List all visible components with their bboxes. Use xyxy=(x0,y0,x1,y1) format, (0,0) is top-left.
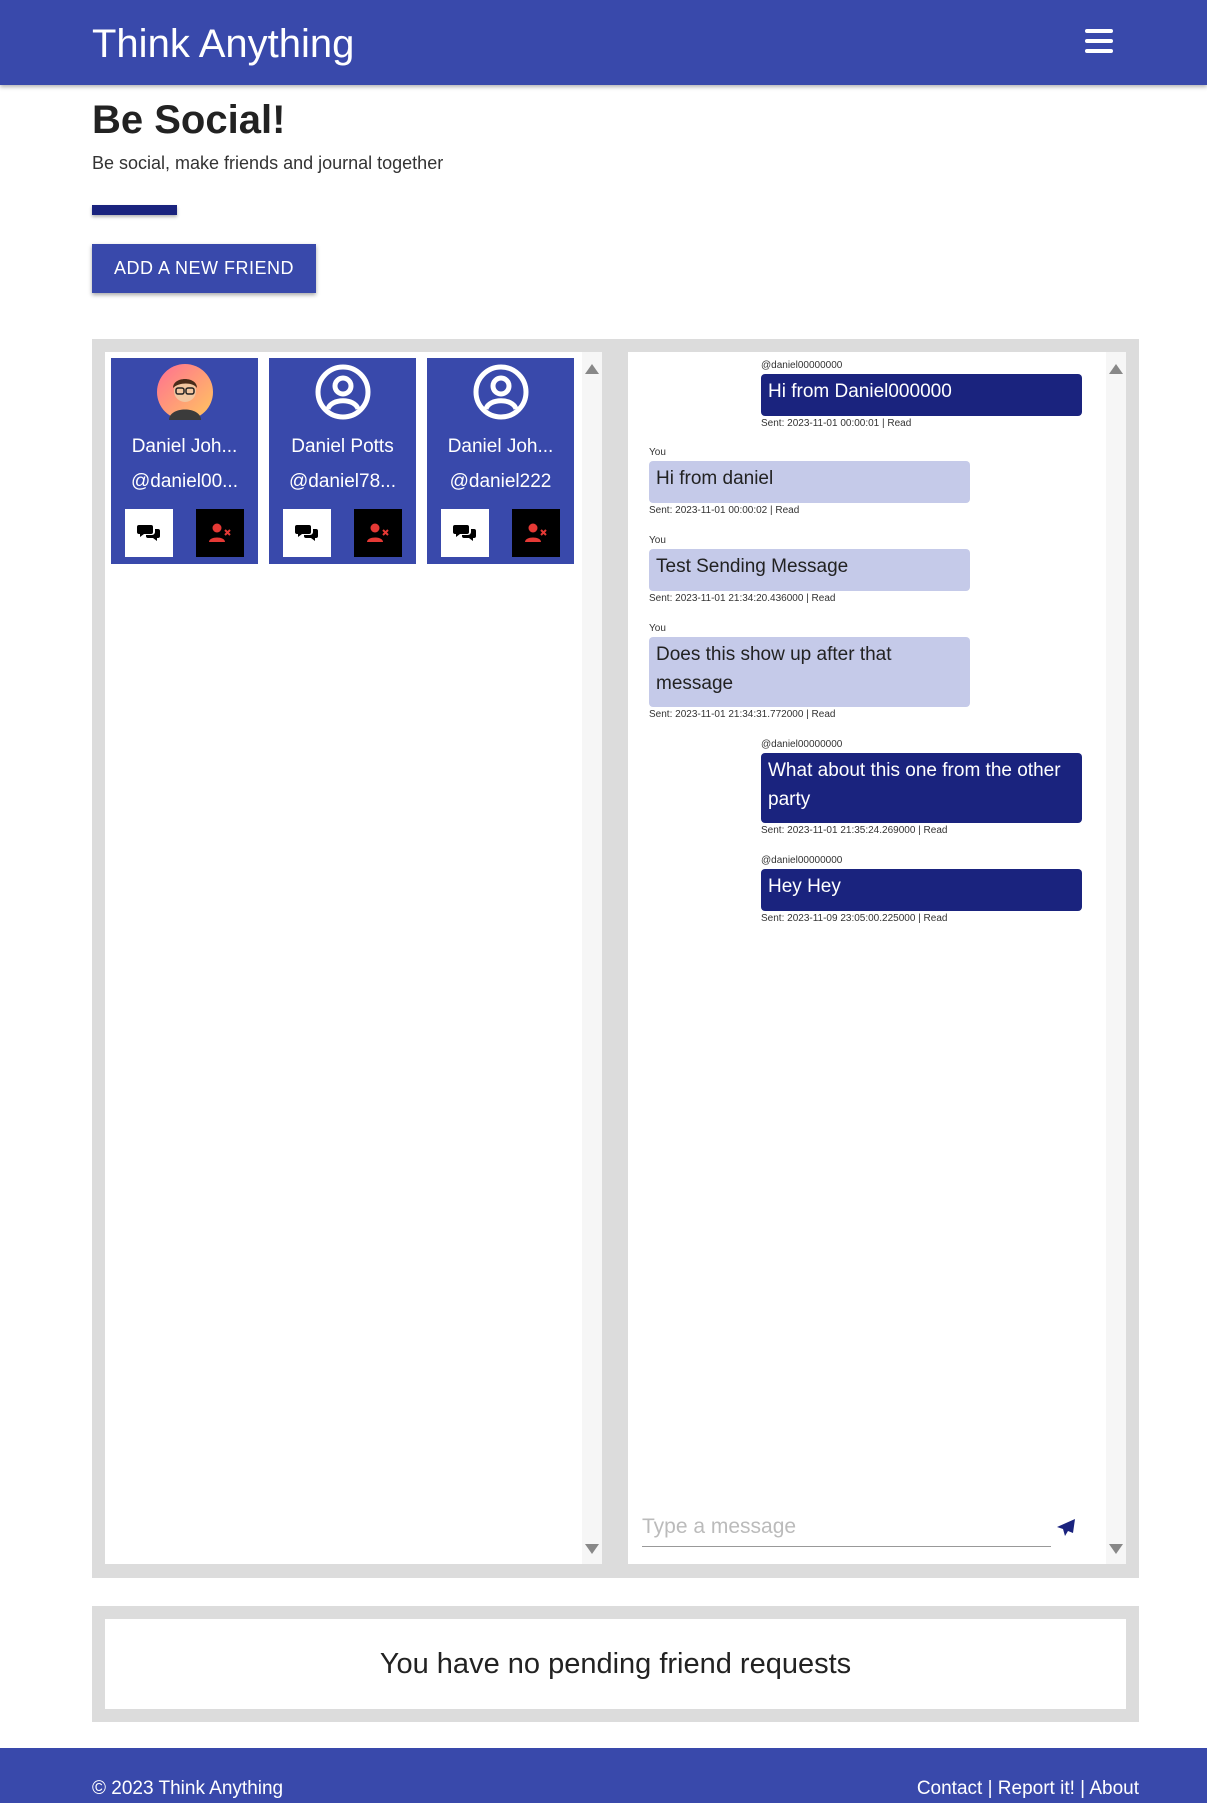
remove-user-icon xyxy=(367,523,389,542)
default-user-icon xyxy=(473,364,529,420)
message-status: Sent: 2023-11-09 23:05:00.225000 | Read xyxy=(761,913,948,924)
message-bubble-sent: Does this show up after that message xyxy=(649,637,970,707)
message-status: Sent: 2023-11-01 00:00:02 | Read xyxy=(649,505,800,516)
page-title-prefix: Be xyxy=(92,98,155,142)
page-subtitle: Be social, make friends and journal toge… xyxy=(92,153,444,173)
footer-separator: | xyxy=(1074,1778,1090,1799)
message-status: Sent: 2023-11-01 21:34:20.436000 | Read xyxy=(649,593,836,604)
chat-bubbles-icon xyxy=(137,525,160,541)
scroll-down-arrow-icon[interactable] xyxy=(1109,1544,1123,1554)
friend-handle: @daniel222 xyxy=(449,471,552,492)
pending-requests-panel: You have no pending friend requests xyxy=(92,1606,1139,1722)
message-sender: You xyxy=(649,623,666,634)
remove-user-icon xyxy=(525,523,547,542)
pending-requests-message: You have no pending friend requests xyxy=(379,1647,852,1680)
message-sender: You xyxy=(649,447,666,458)
remove-friend-button[interactable] xyxy=(196,509,244,557)
page-title-bold: Social xyxy=(154,98,273,142)
remove-friend-button[interactable] xyxy=(512,509,560,557)
add-new-friend-button[interactable]: ADD A NEW FRIEND xyxy=(92,244,316,293)
friend-name: Daniel Joh... xyxy=(447,436,554,457)
message-input[interactable] xyxy=(642,1507,1051,1547)
social-panel: Daniel Joh... @daniel00... Daniel Potts … xyxy=(92,339,1139,1578)
message-bubble-sent: Hi from daniel xyxy=(649,461,970,503)
footer-link-report[interactable]: Report it! xyxy=(998,1778,1075,1799)
chat-pane[interactable]: @daniel00000000 Hi from Daniel000000 Sen… xyxy=(628,352,1126,1564)
copyright-text: © 2023 Think Anything xyxy=(92,1778,284,1799)
message-sender: @daniel00000000 xyxy=(761,360,843,371)
message-status: Sent: 2023-11-01 21:34:31.772000 | Read xyxy=(649,709,836,720)
app-brand[interactable]: Think Anything xyxy=(92,20,354,68)
page-title: Be Social! xyxy=(92,96,285,144)
open-chat-button[interactable] xyxy=(283,509,331,557)
message-status: Sent: 2023-11-01 21:35:24.269000 | Read xyxy=(761,825,948,836)
footer: © 2023 Think Anything Contact | Report i… xyxy=(0,1748,1207,1803)
friend-card[interactable]: Daniel Joh... @daniel00... xyxy=(111,358,258,564)
open-chat-button[interactable] xyxy=(441,509,489,557)
message-bubble-received: Hi from Daniel000000 xyxy=(761,374,1082,416)
friends-scrollbar[interactable] xyxy=(582,352,602,1564)
friend-card[interactable]: Daniel Potts @daniel78... xyxy=(269,358,416,564)
message-status: Sent: 2023-11-01 00:00:01 | Read xyxy=(761,418,912,429)
message-sender: @daniel00000000 xyxy=(761,739,843,750)
hamburger-menu-icon[interactable] xyxy=(1082,27,1118,57)
friend-handle: @daniel00... xyxy=(131,471,238,492)
footer-link-about[interactable]: About xyxy=(1089,1778,1139,1799)
default-user-icon xyxy=(315,364,371,420)
message-bubble-sent: Test Sending Message xyxy=(649,549,970,591)
chat-scrollbar[interactable] xyxy=(1106,352,1126,1564)
friend-name: Daniel Joh... xyxy=(131,436,238,457)
message-bubble-received: What about this one from the other party xyxy=(761,753,1082,823)
message-sender: @daniel00000000 xyxy=(761,855,843,866)
send-paper-plane-icon xyxy=(1057,1518,1075,1536)
chat-bubbles-icon xyxy=(453,525,476,541)
footer-links: Contact | Report it! | About xyxy=(917,1778,1139,1800)
chat-bubbles-icon xyxy=(295,525,318,541)
remove-user-icon xyxy=(209,523,231,542)
message-bubble-received: Hey Hey xyxy=(761,869,1082,911)
friend-handle: @daniel78... xyxy=(289,471,396,492)
scroll-up-arrow-icon[interactable] xyxy=(1109,364,1123,374)
remove-friend-button[interactable] xyxy=(354,509,402,557)
friends-list-pane[interactable]: Daniel Joh... @daniel00... Daniel Potts … xyxy=(105,352,602,1564)
page-title-suffix: ! xyxy=(272,98,286,142)
scroll-down-arrow-icon[interactable] xyxy=(585,1544,599,1554)
pending-requests-box: You have no pending friend requests xyxy=(105,1619,1126,1709)
footer-separator: | xyxy=(982,1778,998,1799)
scroll-up-arrow-icon[interactable] xyxy=(585,364,599,374)
footer-link-contact[interactable]: Contact xyxy=(917,1778,982,1799)
send-message-button[interactable] xyxy=(1051,1514,1081,1544)
profile-photo-avatar xyxy=(157,364,213,420)
message-sender: You xyxy=(649,535,666,546)
friend-card[interactable]: Daniel Joh... @daniel222 xyxy=(427,358,574,564)
top-app-bar: Think Anything xyxy=(0,0,1207,85)
open-chat-button[interactable] xyxy=(125,509,173,557)
title-divider xyxy=(92,205,177,215)
friend-name: Daniel Potts xyxy=(291,436,394,457)
